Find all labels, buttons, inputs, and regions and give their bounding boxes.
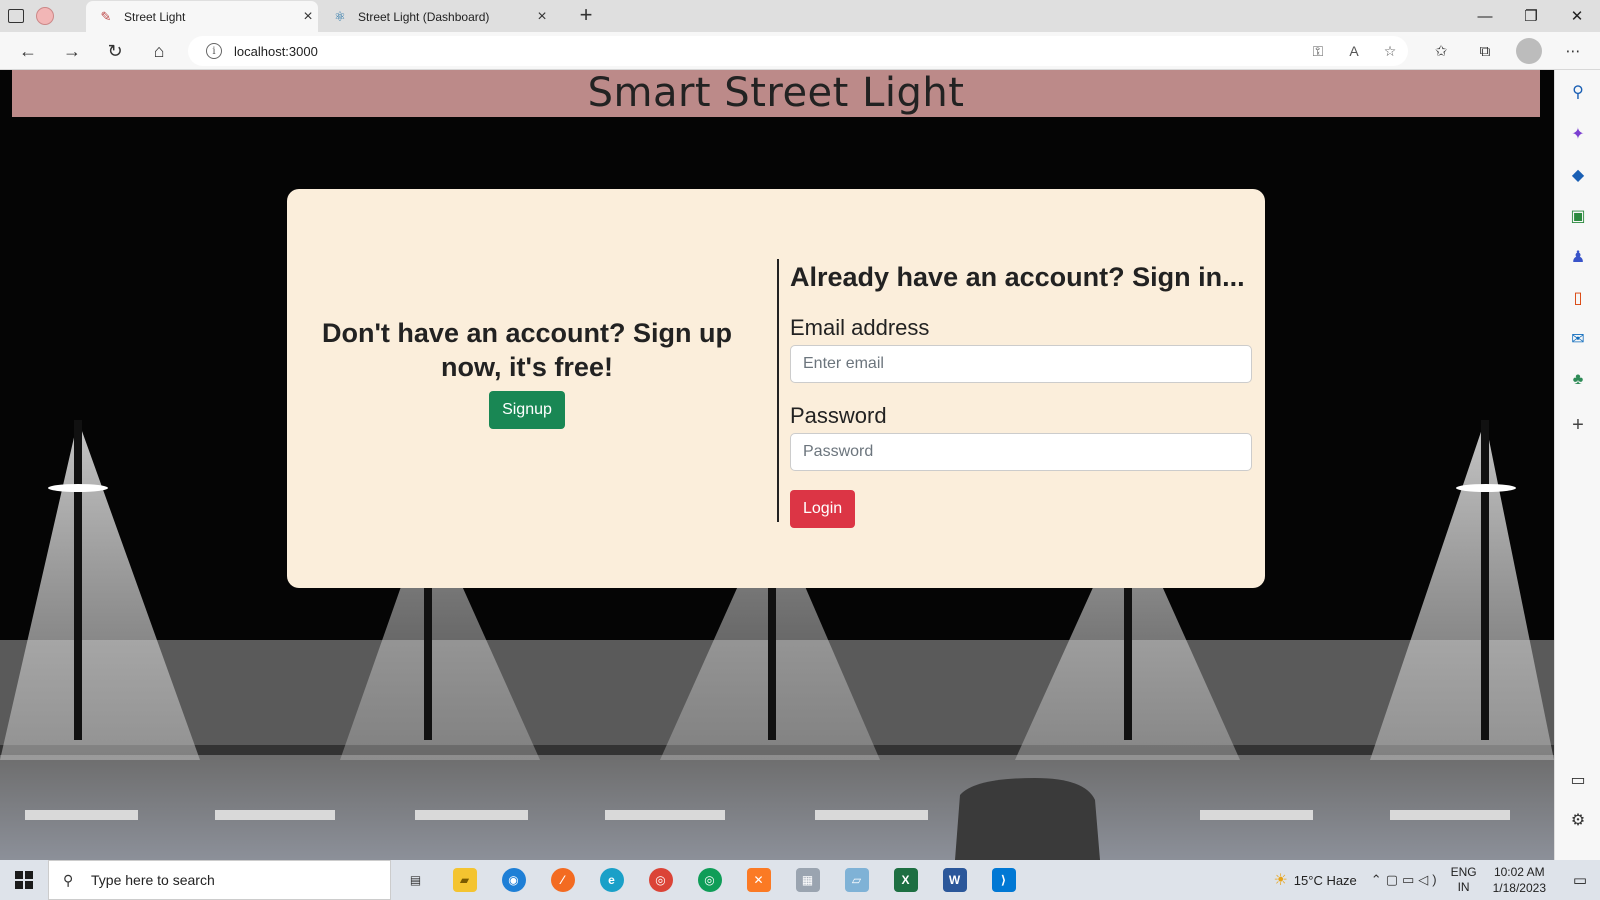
notification-icon[interactable]: ▭: [1560, 871, 1600, 889]
email-label: Email address: [790, 315, 930, 340]
street-light-favicon-icon: ✎: [100, 8, 112, 24]
password-field[interactable]: [790, 433, 1252, 471]
close-tab-icon[interactable]: ×: [298, 8, 318, 26]
back-icon[interactable]: ←: [15, 39, 41, 63]
orange-app-icon[interactable]: ⁄: [538, 860, 587, 900]
url-text[interactable]: localhost:3000: [234, 44, 1300, 59]
tab-actions-icon[interactable]: [8, 9, 24, 23]
more-options-icon[interactable]: ⋯: [1560, 38, 1586, 64]
edge-sidebar: ⚲ ✦ ◆ ▣ ♟ ▯ ✉ ♣ + ▭ ⚙: [1554, 70, 1600, 860]
tab-title: Street Light (Dashboard): [358, 9, 490, 24]
clock[interactable]: 10:02 AM 1/18/2023: [1493, 864, 1546, 896]
weather-widget[interactable]: ☀ 15°C Haze: [1273, 870, 1356, 890]
games-icon[interactable]: ♟: [1566, 245, 1590, 269]
taskbar-search-text: Type here to search: [91, 872, 215, 888]
clock-time: 10:02 AM: [1493, 865, 1545, 879]
chrome-icon[interactable]: ◎: [636, 860, 685, 900]
signin-heading: Already have an account? Sign in...: [790, 262, 1245, 292]
clock-date: 1/18/2023: [1492, 881, 1546, 895]
settings-gear-icon[interactable]: ⚙: [1566, 808, 1590, 832]
tools-icon[interactable]: ▣: [1566, 204, 1590, 228]
favorites-icon[interactable]: ✩: [1428, 38, 1454, 64]
blue-circle-app-icon[interactable]: ◉: [489, 860, 538, 900]
browser-tab-bar: ✎ Street Light × ⚛ Street Light (Dashboa…: [0, 0, 1600, 32]
tree-icon[interactable]: ♣: [1566, 368, 1590, 392]
collections-icon[interactable]: ⧉: [1472, 38, 1498, 64]
signin-section: Already have an account? Sign in... Emai…: [790, 259, 1252, 528]
minimize-icon[interactable]: —: [1462, 0, 1508, 32]
section-divider: [777, 259, 779, 522]
forward-icon[interactable]: →: [59, 39, 85, 63]
tab-title: Street Light: [124, 9, 186, 24]
taskbar-search-box[interactable]: ⚲ Type here to search: [48, 860, 391, 900]
tab-street-light[interactable]: ✎ Street Light ×: [86, 1, 318, 32]
login-button[interactable]: Login: [790, 490, 856, 528]
system-tray: ☀ 15°C Haze ⌃▢▭◁) ENG IN 10:02 AM 1/18/2…: [1273, 860, 1600, 900]
haze-weather-icon: ☀: [1273, 872, 1288, 889]
close-window-icon[interactable]: ✕: [1554, 0, 1600, 32]
vscode-icon[interactable]: ⟩: [979, 860, 1028, 900]
restore-icon[interactable]: ❐: [1508, 0, 1554, 32]
chrome-profile-icon[interactable]: ◎: [685, 860, 734, 900]
key-icon[interactable]: ⚿: [1300, 43, 1336, 60]
home-icon[interactable]: ⌂: [146, 39, 172, 63]
page-header: Smart Street Light: [12, 70, 1540, 117]
address-bar[interactable]: i localhost:3000 ⚿ A ☆: [188, 36, 1408, 66]
react-favicon-icon: ⚛: [334, 8, 346, 24]
file-explorer-icon[interactable]: ▰: [440, 860, 489, 900]
windows-taskbar: ⚲ Type here to search ▤ ▰ ◉ ⁄ e ◎ ◎ ✕ ▦ …: [0, 860, 1600, 900]
new-tab-button[interactable]: +: [574, 4, 598, 28]
sidebar-layout-icon[interactable]: ▭: [1566, 768, 1590, 792]
profile-avatar[interactable]: [1516, 38, 1542, 64]
notepad-app-icon[interactable]: ▱: [832, 860, 881, 900]
site-info-icon[interactable]: i: [206, 43, 222, 59]
task-view-icon[interactable]: ▤: [391, 860, 440, 900]
language-indicator[interactable]: ENG IN: [1451, 865, 1477, 895]
search-icon[interactable]: ⚲: [1566, 80, 1590, 104]
vm-app-icon[interactable]: ▦: [783, 860, 832, 900]
edge-browser-icon[interactable]: e: [587, 860, 636, 900]
shopping-tag-icon[interactable]: ◆: [1566, 163, 1590, 187]
tray-icons[interactable]: ⌃▢▭◁): [1371, 872, 1441, 888]
browser-toolbar: ← → ↻ ⌂ i localhost:3000 ⚿ A ☆ ✩ ⧉ ⋯: [0, 32, 1600, 70]
add-icon[interactable]: +: [1566, 413, 1590, 437]
auth-card: Don't have an account? Sign up now, it's…: [287, 189, 1265, 588]
signup-heading: Don't have an account? Sign up now, it's…: [322, 318, 732, 382]
add-favorite-icon[interactable]: ☆: [1372, 43, 1408, 60]
refresh-icon[interactable]: ↻: [102, 39, 128, 63]
tab-actions: [8, 5, 80, 27]
toolbar-actions: ✩ ⧉ ⋯: [1428, 38, 1586, 64]
word-icon[interactable]: W: [930, 860, 979, 900]
copilot-icon[interactable]: ✦: [1566, 122, 1590, 146]
windows-start-icon[interactable]: [0, 860, 48, 900]
region-code: IN: [1457, 880, 1470, 894]
language-code: ENG: [1450, 865, 1477, 879]
signup-button[interactable]: Signup: [489, 391, 565, 429]
window-controls: — ❐ ✕: [1462, 0, 1600, 32]
read-aloud-icon[interactable]: A: [1336, 43, 1372, 59]
excel-icon[interactable]: X: [881, 860, 930, 900]
search-icon: ⚲: [63, 871, 74, 888]
xampp-icon[interactable]: ✕: [734, 860, 783, 900]
email-field[interactable]: [790, 345, 1252, 383]
weather-text: 15°C Haze: [1293, 872, 1357, 888]
page-title: Smart Street Light: [587, 70, 965, 116]
outlook-icon[interactable]: ✉: [1566, 327, 1590, 351]
tab-street-light-dashboard[interactable]: ⚛ Street Light (Dashboard) ×: [320, 1, 552, 32]
workspaces-icon[interactable]: [36, 7, 54, 25]
password-label: Password: [790, 403, 887, 428]
signup-section: Don't have an account? Sign up now, it's…: [317, 316, 737, 429]
office-icon[interactable]: ▯: [1566, 286, 1590, 310]
close-tab-icon[interactable]: ×: [532, 8, 552, 26]
page-viewport: Smart Street Light Don't have an account…: [0, 70, 1554, 860]
